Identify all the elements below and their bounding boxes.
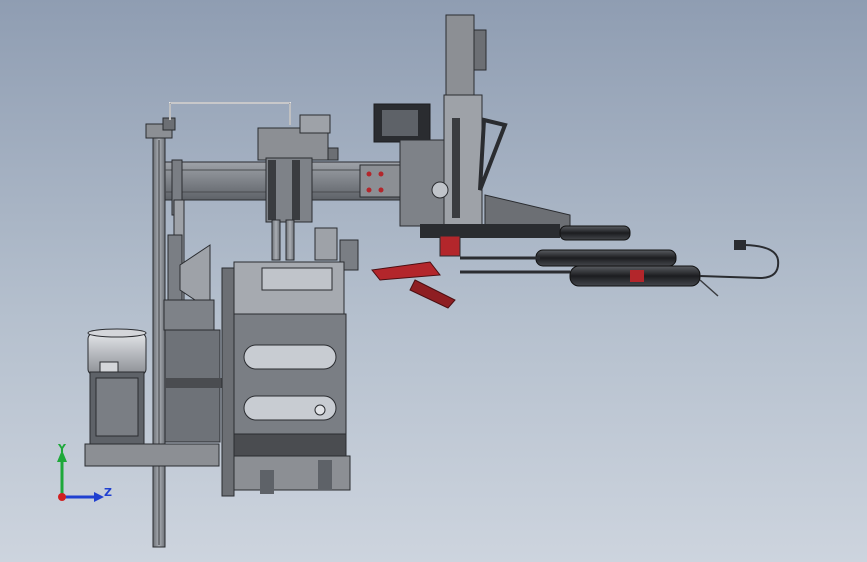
x-axis-dot bbox=[58, 493, 66, 501]
red-gripper bbox=[371, 261, 456, 309]
main-box bbox=[221, 261, 351, 497]
z-axis-label: Z bbox=[104, 486, 112, 499]
cable-bridge bbox=[169, 102, 291, 125]
assembly-model[interactable] bbox=[0, 0, 867, 562]
cad-viewport[interactable]: Y Z bbox=[0, 0, 867, 562]
y-axis-label: Y bbox=[58, 442, 66, 455]
